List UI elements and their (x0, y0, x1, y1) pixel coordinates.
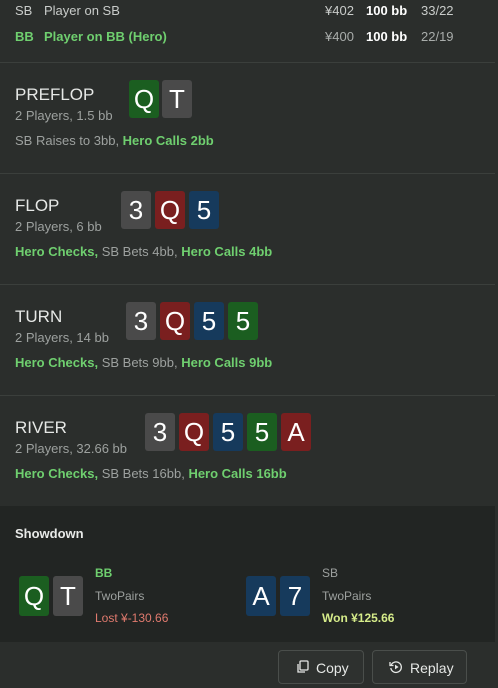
card: Q (155, 191, 185, 229)
player-stack-money: ¥400 (325, 29, 354, 44)
action: SB Bets 4bb, (101, 244, 182, 259)
player-name: Player on SB (44, 3, 120, 18)
player-row-sb: SB Player on SB ¥402 100 bb 33/22 (0, 3, 498, 23)
hero-action: Hero Calls 2bb (122, 133, 214, 148)
card: T (53, 576, 83, 616)
replay-button[interactable]: Replay (372, 650, 467, 684)
card: 3 (145, 413, 175, 451)
player-name: Player on BB (Hero) (44, 29, 167, 44)
card: 5 (228, 302, 258, 340)
copy-button-label: Copy (316, 660, 349, 676)
card: Q (19, 576, 49, 616)
hero-action: Hero Checks, (15, 355, 102, 370)
showdown-position: BB (95, 566, 113, 580)
street-title: FLOP (15, 196, 60, 215)
showdown-hand-rank: TwoPairs (95, 589, 145, 603)
action: SB Raises to 3bb, (15, 133, 123, 148)
card: 3 (121, 191, 151, 229)
player-stats: 33/22 (421, 3, 454, 18)
street-title: RIVER (15, 418, 67, 437)
hero-action: Hero Calls 16bb (188, 466, 287, 481)
showdown-section: Showdown Q T BB TwoPairs Lost ¥-130.66 A… (0, 506, 498, 642)
card: 5 (247, 413, 277, 451)
card: Q (179, 413, 209, 451)
player-stack-bb: 100 bb (366, 3, 408, 18)
card: 5 (213, 413, 243, 451)
showdown-result-lost: Lost ¥-130.66 (95, 611, 169, 625)
street-turn: TURN 2 Players, 14 bb 3 Q 5 5 Hero Check… (0, 285, 498, 396)
street-flop: FLOP 2 Players, 6 bb 3 Q 5 Hero Checks, … (0, 174, 498, 285)
street-info: 2 Players, 32.66 bb (15, 441, 128, 456)
player-row-bb-hero: BB Player on BB (Hero) ¥400 100 bb 22/19 (0, 29, 498, 49)
hero-action: Hero Checks, (15, 466, 102, 481)
street-actions: Hero Checks, SB Bets 16bb, Hero Calls 16… (15, 466, 287, 481)
street-info: 2 Players, 6 bb (15, 219, 102, 234)
action: SB Bets 16bb, (101, 466, 189, 481)
card: A (246, 576, 276, 616)
copy-icon (296, 660, 310, 674)
showdown-result-won: Won ¥125.66 (322, 611, 395, 625)
footer-toolbar: Copy Replay (0, 642, 498, 688)
showdown-hand-rank: TwoPairs (322, 589, 372, 603)
street-actions: SB Raises to 3bb, Hero Calls 2bb (15, 133, 214, 148)
hero-action: Hero Calls 4bb (181, 244, 273, 259)
showdown-position: SB (322, 566, 339, 580)
hero-action: Hero Calls 9bb (181, 355, 273, 370)
street-actions: Hero Checks, SB Bets 9bb, Hero Calls 9bb (15, 355, 272, 370)
street-info: 2 Players, 1.5 bb (15, 108, 113, 123)
player-position: SB (15, 3, 33, 18)
card: 5 (189, 191, 219, 229)
player-stack-bb: 100 bb (366, 29, 408, 44)
action: SB Bets 9bb, (101, 355, 182, 370)
card: 5 (194, 302, 224, 340)
street-preflop: PREFLOP 2 Players, 1.5 bb Q T SB Raises … (0, 63, 498, 174)
card: A (281, 413, 311, 451)
street-info: 2 Players, 14 bb (15, 330, 109, 345)
players-header: SB Player on SB ¥402 100 bb 33/22 BB Pla… (0, 0, 498, 63)
card: Q (160, 302, 190, 340)
street-actions: Hero Checks, SB Bets 4bb, Hero Calls 4bb (15, 244, 272, 259)
player-stats: 22/19 (421, 29, 454, 44)
showdown-title: Showdown (15, 526, 84, 541)
card: T (162, 80, 192, 118)
card: 3 (126, 302, 156, 340)
copy-button[interactable]: Copy (278, 650, 364, 684)
card: 7 (280, 576, 310, 616)
player-stack-money: ¥402 (325, 3, 354, 18)
street-title: PREFLOP (15, 85, 95, 104)
hero-action: Hero Checks, (15, 244, 102, 259)
street-river: RIVER 2 Players, 32.66 bb 3 Q 5 5 A Hero… (0, 396, 498, 507)
player-position: BB (15, 29, 34, 44)
replay-icon (389, 660, 403, 674)
street-title: TURN (15, 307, 63, 326)
replay-button-label: Replay (410, 660, 454, 676)
card: Q (129, 80, 159, 118)
